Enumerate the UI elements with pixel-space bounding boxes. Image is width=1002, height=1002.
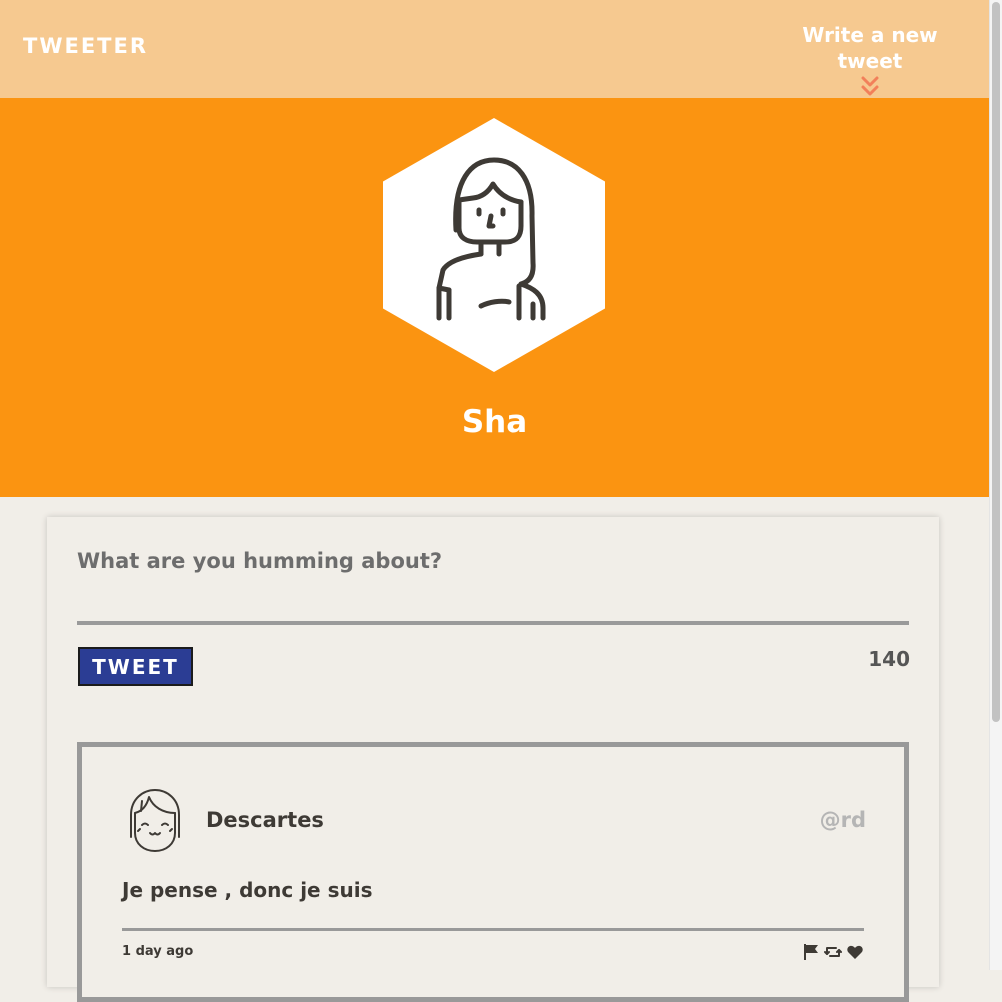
- tweet-timestamp: 1 day ago: [122, 944, 194, 959]
- tweet-author-handle: @rd: [819, 808, 866, 832]
- person-avatar-icon: [383, 118, 605, 372]
- tweet-content: Je pense , donc je suis: [122, 878, 373, 902]
- double-chevron-down-icon[interactable]: [860, 76, 880, 98]
- top-nav: TWEETER Write a new tweet: [0, 0, 989, 98]
- profile-header: Sha: [0, 98, 989, 497]
- compose-tweet-input[interactable]: [77, 545, 909, 625]
- write-new-tweet-toggle[interactable]: Write a new tweet: [775, 22, 965, 98]
- write-new-tweet-label[interactable]: Write a new tweet: [802, 23, 937, 73]
- main-card: TWEET 140 Descartes @rd: [47, 517, 939, 1002]
- retweet-icon[interactable]: [824, 943, 842, 961]
- profile-username: Sha: [461, 404, 528, 440]
- tweet-actions: [802, 943, 864, 961]
- smiling-face-avatar-icon: [130, 789, 180, 852]
- tweet-button[interactable]: TWEET: [78, 647, 193, 686]
- heart-icon[interactable]: [846, 943, 864, 961]
- page-scrollbar[interactable]: [989, 0, 1002, 970]
- flag-icon[interactable]: [802, 943, 820, 961]
- tweet-divider: [122, 928, 864, 931]
- brand-logo[interactable]: TWEETER: [23, 34, 148, 58]
- tweet-author-name: Descartes: [206, 808, 324, 832]
- tweet-card: Descartes @rd Je pense , donc je suis 1 …: [77, 742, 909, 1002]
- scrollbar-thumb[interactable]: [992, 2, 1000, 722]
- char-counter: 140: [868, 647, 910, 671]
